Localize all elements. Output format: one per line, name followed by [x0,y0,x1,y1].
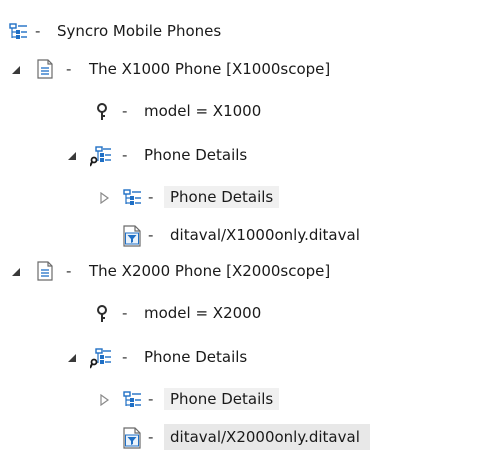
expand-triangle-icon[interactable] [10,64,22,76]
topic-file-icon [35,261,55,281]
tree-item-label: ditaval/X1000only.ditaval [170,226,360,244]
tree-item-label: Phone Details [164,186,280,208]
tree-row-ditaval-x1000[interactable]: - ditaval/X1000only.ditaval [0,220,477,252]
tree-row-topic-x1000[interactable]: - The X1000 Phone [X1000scope] [0,54,477,86]
tree-item-label-selected: ditaval/X2000only.ditaval [164,424,370,450]
expand-triangle-icon[interactable] [66,150,78,162]
key-icon [92,304,112,324]
collapse-triangle-icon[interactable] [99,192,111,204]
ditamap-icon [122,188,142,208]
tree-row-root[interactable]: - Syncro Mobile Phones [0,16,477,48]
tree-item-label: Phone Details [144,146,248,164]
separator-dash: - [148,428,154,446]
separator-dash: - [122,348,128,366]
separator-dash: - [66,60,72,78]
tree-row-group-x1000[interactable]: - Phone Details [0,140,477,172]
tree-item-label: model = X1000 [144,102,262,120]
keyscope-map-icon [90,145,111,167]
tree-row-key-x1000[interactable]: - model = X1000 [0,96,477,128]
tree-item-label: The X1000 Phone [X1000scope] [89,60,331,78]
ditaval-filter-icon [122,427,142,449]
tree-item-label: Phone Details [144,348,248,366]
tree-item-label: Syncro Mobile Phones [57,22,222,40]
separator-dash: - [148,226,154,244]
separator-dash: - [148,188,154,206]
expand-triangle-icon[interactable] [66,352,78,364]
tree-row-child-map-x1000[interactable]: - Phone Details [0,182,477,214]
separator-dash: - [122,146,128,164]
tree-row-key-x2000[interactable]: - model = X2000 [0,298,477,330]
key-icon [92,102,112,122]
topic-file-icon [35,59,55,79]
collapse-triangle-icon[interactable] [99,394,111,406]
map-tree: - Syncro Mobile Phones - The X1000 Phone… [0,0,477,463]
tree-row-group-x2000[interactable]: - Phone Details [0,342,477,374]
ditamap-icon [122,390,142,410]
ditaval-filter-icon [122,225,142,247]
separator-dash: - [66,262,72,280]
tree-row-child-map-x2000[interactable]: - Phone Details [0,384,477,416]
tree-row-topic-x2000[interactable]: - The X2000 Phone [X2000scope] [0,256,477,288]
separator-dash: - [35,22,41,40]
tree-item-label: The X2000 Phone [X2000scope] [89,262,331,280]
separator-dash: - [122,102,128,120]
tree-item-label: Phone Details [164,388,280,410]
keyscope-map-icon [90,347,111,369]
separator-dash: - [122,304,128,322]
expand-triangle-icon[interactable] [10,266,22,278]
separator-dash: - [148,390,154,408]
tree-item-label: model = X2000 [144,304,262,322]
tree-row-ditaval-x2000[interactable]: - ditaval/X2000only.ditaval [0,422,477,454]
ditamap-icon [8,22,28,42]
